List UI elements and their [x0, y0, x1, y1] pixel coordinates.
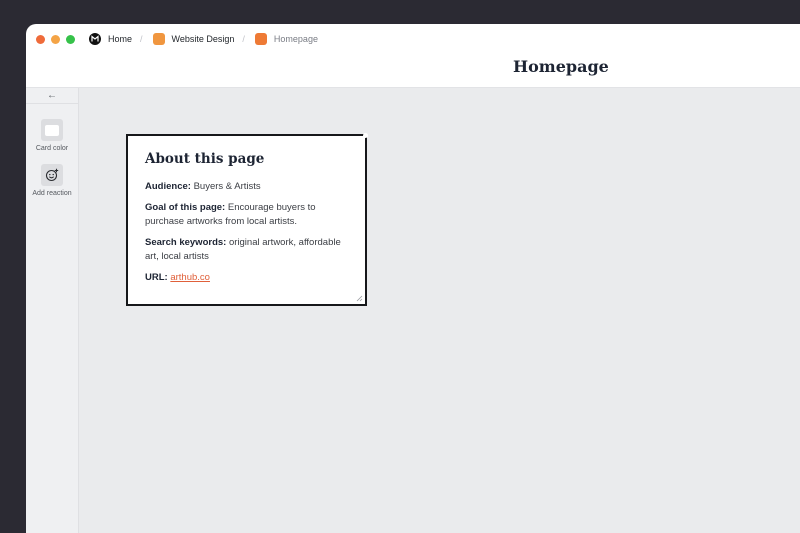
breadcrumb-home[interactable]: Home	[89, 33, 132, 45]
field-label: Search keywords:	[145, 237, 227, 248]
field-value: Buyers & Artists	[193, 181, 261, 192]
arrow-left-icon: ←	[47, 90, 57, 101]
field-label: URL:	[145, 272, 168, 283]
card-corner-handle[interactable]	[363, 133, 368, 138]
keywords-field: Search keywords: original artwork, affor…	[145, 236, 348, 264]
tool-sidebar: ← Card color Add reaction	[26, 88, 79, 533]
breadcrumb-website-design[interactable]: Website Design	[152, 33, 235, 45]
board-icon	[152, 33, 165, 45]
app-window: Home / Website Design / Homepage Homepag…	[26, 24, 800, 533]
about-page-card[interactable]: About this page Audience: Buyers & Artis…	[126, 133, 368, 306]
window-controls	[36, 34, 75, 44]
breadcrumb-homepage-label: Homepage	[273, 34, 318, 44]
page-header: Homepage	[26, 54, 800, 88]
close-window-button[interactable]	[36, 34, 45, 44]
title-bar: Home / Website Design / Homepage	[26, 24, 800, 54]
back-button[interactable]: ←	[26, 88, 78, 104]
app-logo-icon	[89, 33, 101, 45]
maximize-window-button[interactable]	[66, 34, 75, 44]
breadcrumb-home-label: Home	[108, 34, 133, 44]
breadcrumb-website-design-label: Website Design	[171, 34, 235, 44]
url-link[interactable]: arthub.co	[170, 272, 210, 283]
breadcrumb-homepage[interactable]: Homepage	[254, 33, 318, 45]
add-reaction-tool[interactable]: Add reaction	[26, 164, 78, 197]
field-label: Audience:	[145, 181, 191, 192]
card-color-tool[interactable]: Card color	[26, 119, 78, 152]
card-color-label: Card color	[35, 145, 69, 152]
board-icon	[254, 33, 267, 45]
breadcrumb-separator: /	[242, 34, 245, 44]
url-field: URL: arthub.co	[145, 271, 348, 285]
board-canvas[interactable]: About this page Audience: Buyers & Artis…	[79, 88, 800, 533]
card-color-icon	[41, 119, 63, 141]
goal-field: Goal of this page: Encourage buyers to p…	[145, 201, 348, 229]
audience-field: Audience: Buyers & Artists	[145, 180, 348, 194]
breadcrumb-separator: /	[140, 34, 143, 44]
page-title: Homepage	[513, 57, 609, 76]
breadcrumb: Home / Website Design / Homepage	[89, 33, 318, 45]
field-label: Goal of this page:	[145, 202, 226, 213]
card-title: About this page	[145, 151, 265, 167]
minimize-window-button[interactable]	[51, 34, 60, 44]
resize-grip-icon[interactable]	[355, 294, 363, 302]
add-reaction-icon	[41, 164, 63, 186]
add-reaction-label: Add reaction	[32, 190, 72, 197]
